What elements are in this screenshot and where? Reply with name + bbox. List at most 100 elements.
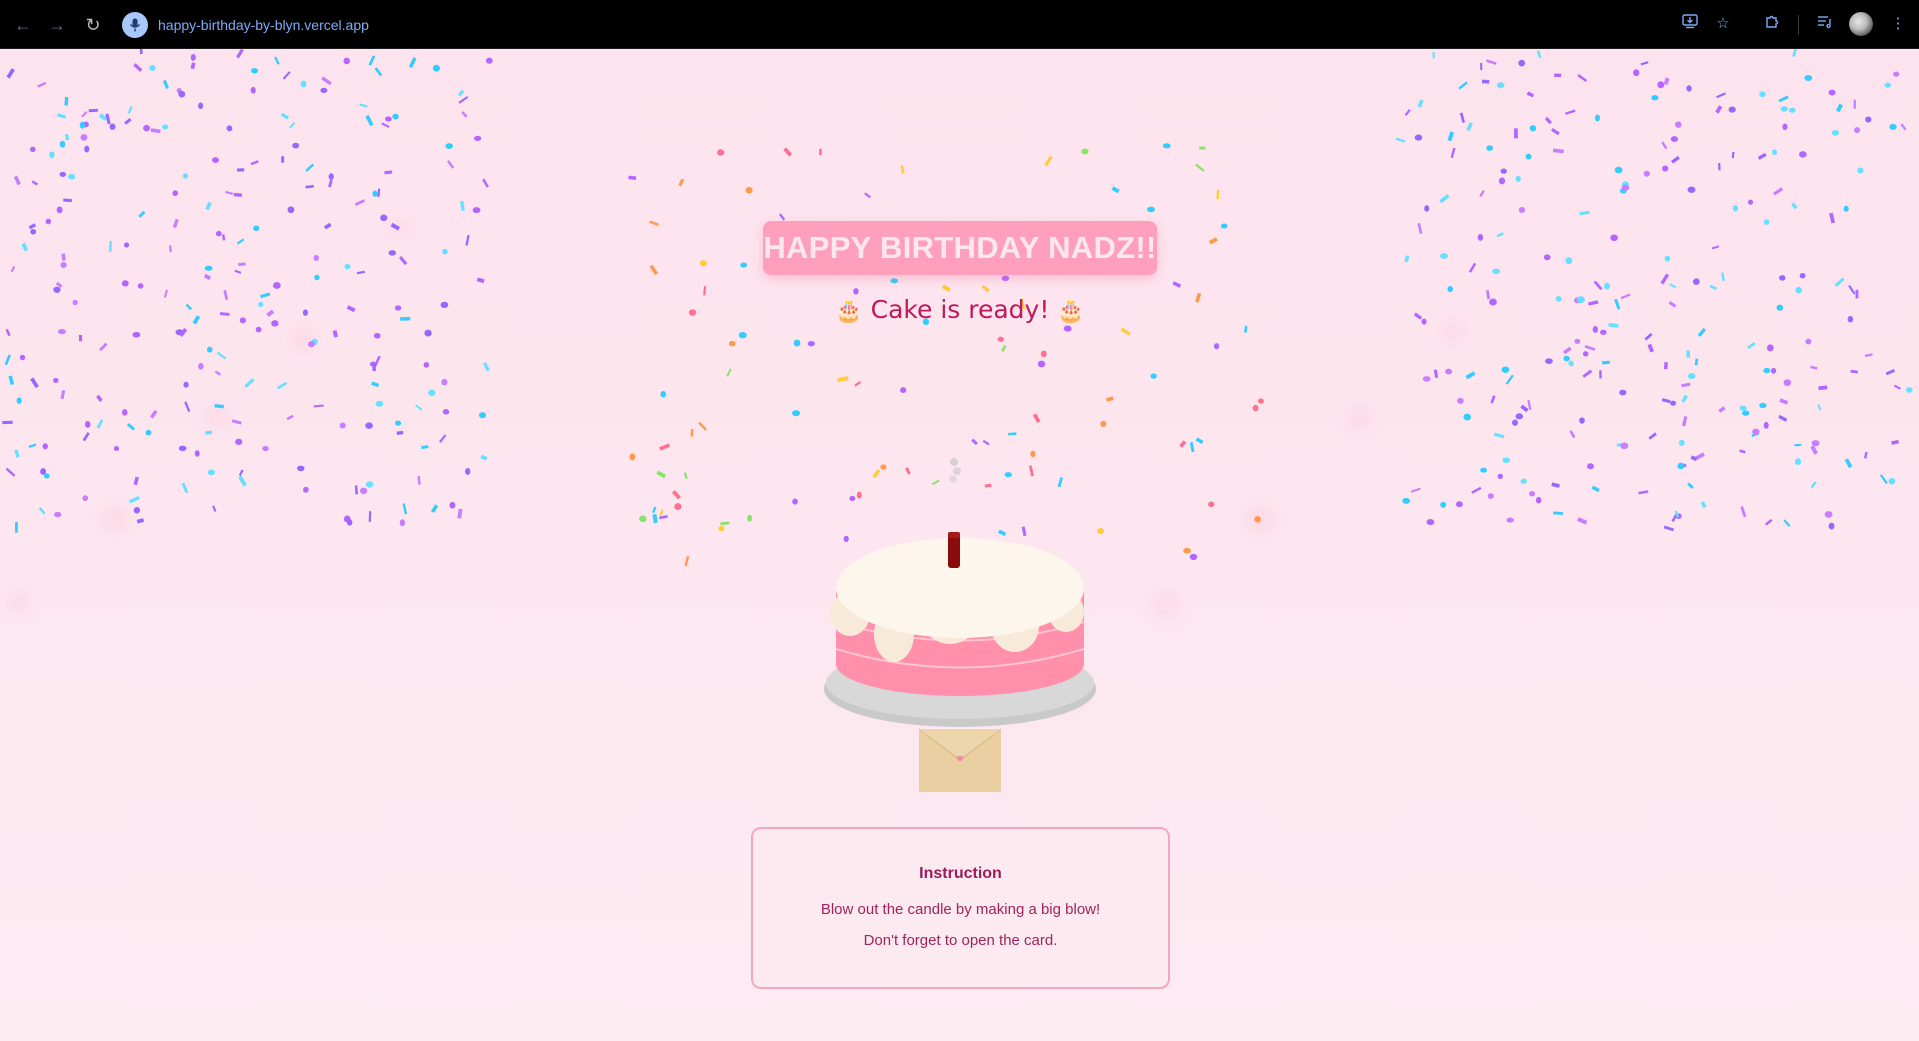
confetti-piece xyxy=(1183,547,1191,554)
confetti-piece xyxy=(1681,382,1691,388)
confetti-piece xyxy=(1543,254,1551,261)
confetti-piece xyxy=(205,201,212,211)
confetti-piece xyxy=(1780,106,1788,112)
confetti-piece xyxy=(194,450,200,457)
confetti-piece xyxy=(1582,351,1589,357)
confetti-piece xyxy=(113,445,120,452)
confetti-piece xyxy=(1804,74,1813,81)
confetti-piece xyxy=(1828,522,1835,530)
confetti-piece xyxy=(84,420,91,428)
confetti-piece xyxy=(149,64,156,72)
confetti-piece xyxy=(380,214,388,222)
confetti-piece xyxy=(1466,122,1473,132)
confetti-piece xyxy=(1179,440,1187,448)
confetti-piece xyxy=(703,286,707,296)
confetti-piece xyxy=(30,377,39,389)
install-app-icon[interactable] xyxy=(1679,13,1701,35)
confetti-piece xyxy=(1480,467,1488,473)
confetti-piece xyxy=(1694,358,1699,366)
confetti-piece xyxy=(56,206,63,214)
confetti-piece xyxy=(1828,89,1836,96)
confetti-piece xyxy=(480,454,488,461)
confetti-piece xyxy=(1044,155,1053,167)
confetti-piece xyxy=(1662,165,1669,172)
birthday-card-envelope[interactable] xyxy=(918,728,1002,792)
confetti-piece xyxy=(900,387,907,394)
confetti-piece xyxy=(1593,280,1603,291)
confetti-piece xyxy=(221,234,226,241)
confetti-piece xyxy=(183,381,189,388)
confetti-piece xyxy=(282,71,291,80)
confetti-piece xyxy=(45,218,52,225)
media-controls-icon[interactable] xyxy=(1814,13,1836,35)
confetti-piece xyxy=(1668,300,1677,308)
reload-icon[interactable]: ↻ xyxy=(80,12,106,38)
confetti-piece xyxy=(1844,458,1853,469)
confetti-piece xyxy=(365,422,373,429)
confetti-piece xyxy=(133,63,143,72)
confetti-piece xyxy=(1788,107,1796,113)
confetti-piece xyxy=(214,370,222,376)
birthday-cake[interactable] xyxy=(810,454,1110,754)
confetti-piece xyxy=(238,262,246,266)
confetti-piece xyxy=(68,173,76,180)
confetti-piece xyxy=(163,289,168,298)
confetti-piece xyxy=(1850,369,1858,374)
back-arrow-icon[interactable]: ← xyxy=(10,12,36,38)
confetti-piece xyxy=(449,501,456,509)
confetti-piece xyxy=(1834,277,1845,287)
confetti-piece xyxy=(1471,486,1482,494)
microphone-icon[interactable] xyxy=(122,12,148,38)
confetti-piece xyxy=(126,422,136,431)
confetti-piece xyxy=(660,390,667,398)
confetti-piece xyxy=(1189,553,1198,561)
confetti-piece xyxy=(274,56,280,65)
confetti-piece xyxy=(37,81,47,88)
instruction-box: Instruction Blow out the candle by makin… xyxy=(751,827,1170,989)
confetti-piece xyxy=(1591,485,1600,493)
confetti-piece xyxy=(1410,487,1421,493)
confetti-piece xyxy=(1447,286,1453,293)
confetti-piece xyxy=(300,80,307,88)
confetti-piece xyxy=(1716,92,1726,99)
kebab-menu-icon[interactable]: ⋮ xyxy=(1887,13,1909,35)
confetti-piece xyxy=(442,409,450,415)
confetti-piece xyxy=(1500,168,1507,174)
confetti-piece xyxy=(1421,318,1427,325)
confetti-piece xyxy=(1254,515,1261,523)
confetti-piece xyxy=(1648,432,1657,440)
confetti-piece xyxy=(1891,439,1899,445)
confetti-piece xyxy=(297,465,305,472)
confetti-piece xyxy=(1506,517,1514,523)
confetti-piece xyxy=(239,317,247,324)
confetti-piece xyxy=(1643,170,1650,177)
confetti-piece xyxy=(807,340,815,347)
confetti-piece xyxy=(19,354,26,361)
address-bar[interactable]: happy-birthday-by-blyn.vercel.app xyxy=(122,11,369,39)
cake-emoji-right: 🎂 xyxy=(1057,299,1085,324)
confetti-piece xyxy=(1765,518,1773,526)
confetti-piece xyxy=(900,165,905,174)
confetti-piece xyxy=(133,476,139,486)
confetti-piece xyxy=(1505,374,1514,385)
confetti-piece xyxy=(1647,343,1655,353)
confetti-piece xyxy=(971,438,978,446)
puzzle-icon[interactable] xyxy=(1761,13,1783,35)
confetti-piece xyxy=(1551,482,1560,488)
confetti-piece xyxy=(1779,398,1789,405)
confetti-piece xyxy=(236,49,244,59)
confetti-piece xyxy=(253,225,260,232)
avatar[interactable] xyxy=(1849,12,1873,36)
confetti-piece xyxy=(651,506,657,514)
confetti-piece xyxy=(1563,355,1570,362)
confetti-piece xyxy=(474,135,482,141)
confetti-piece xyxy=(212,157,219,163)
confetti-piece xyxy=(1518,59,1526,67)
star-icon[interactable]: ☆ xyxy=(1712,13,1734,35)
confetti-piece xyxy=(1671,155,1680,164)
url-text[interactable]: happy-birthday-by-blyn.vercel.app xyxy=(158,17,369,33)
confetti-piece xyxy=(373,332,381,339)
forward-arrow-icon[interactable]: → xyxy=(44,12,70,38)
confetti-piece xyxy=(1496,82,1505,89)
confetti-piece xyxy=(28,443,37,448)
